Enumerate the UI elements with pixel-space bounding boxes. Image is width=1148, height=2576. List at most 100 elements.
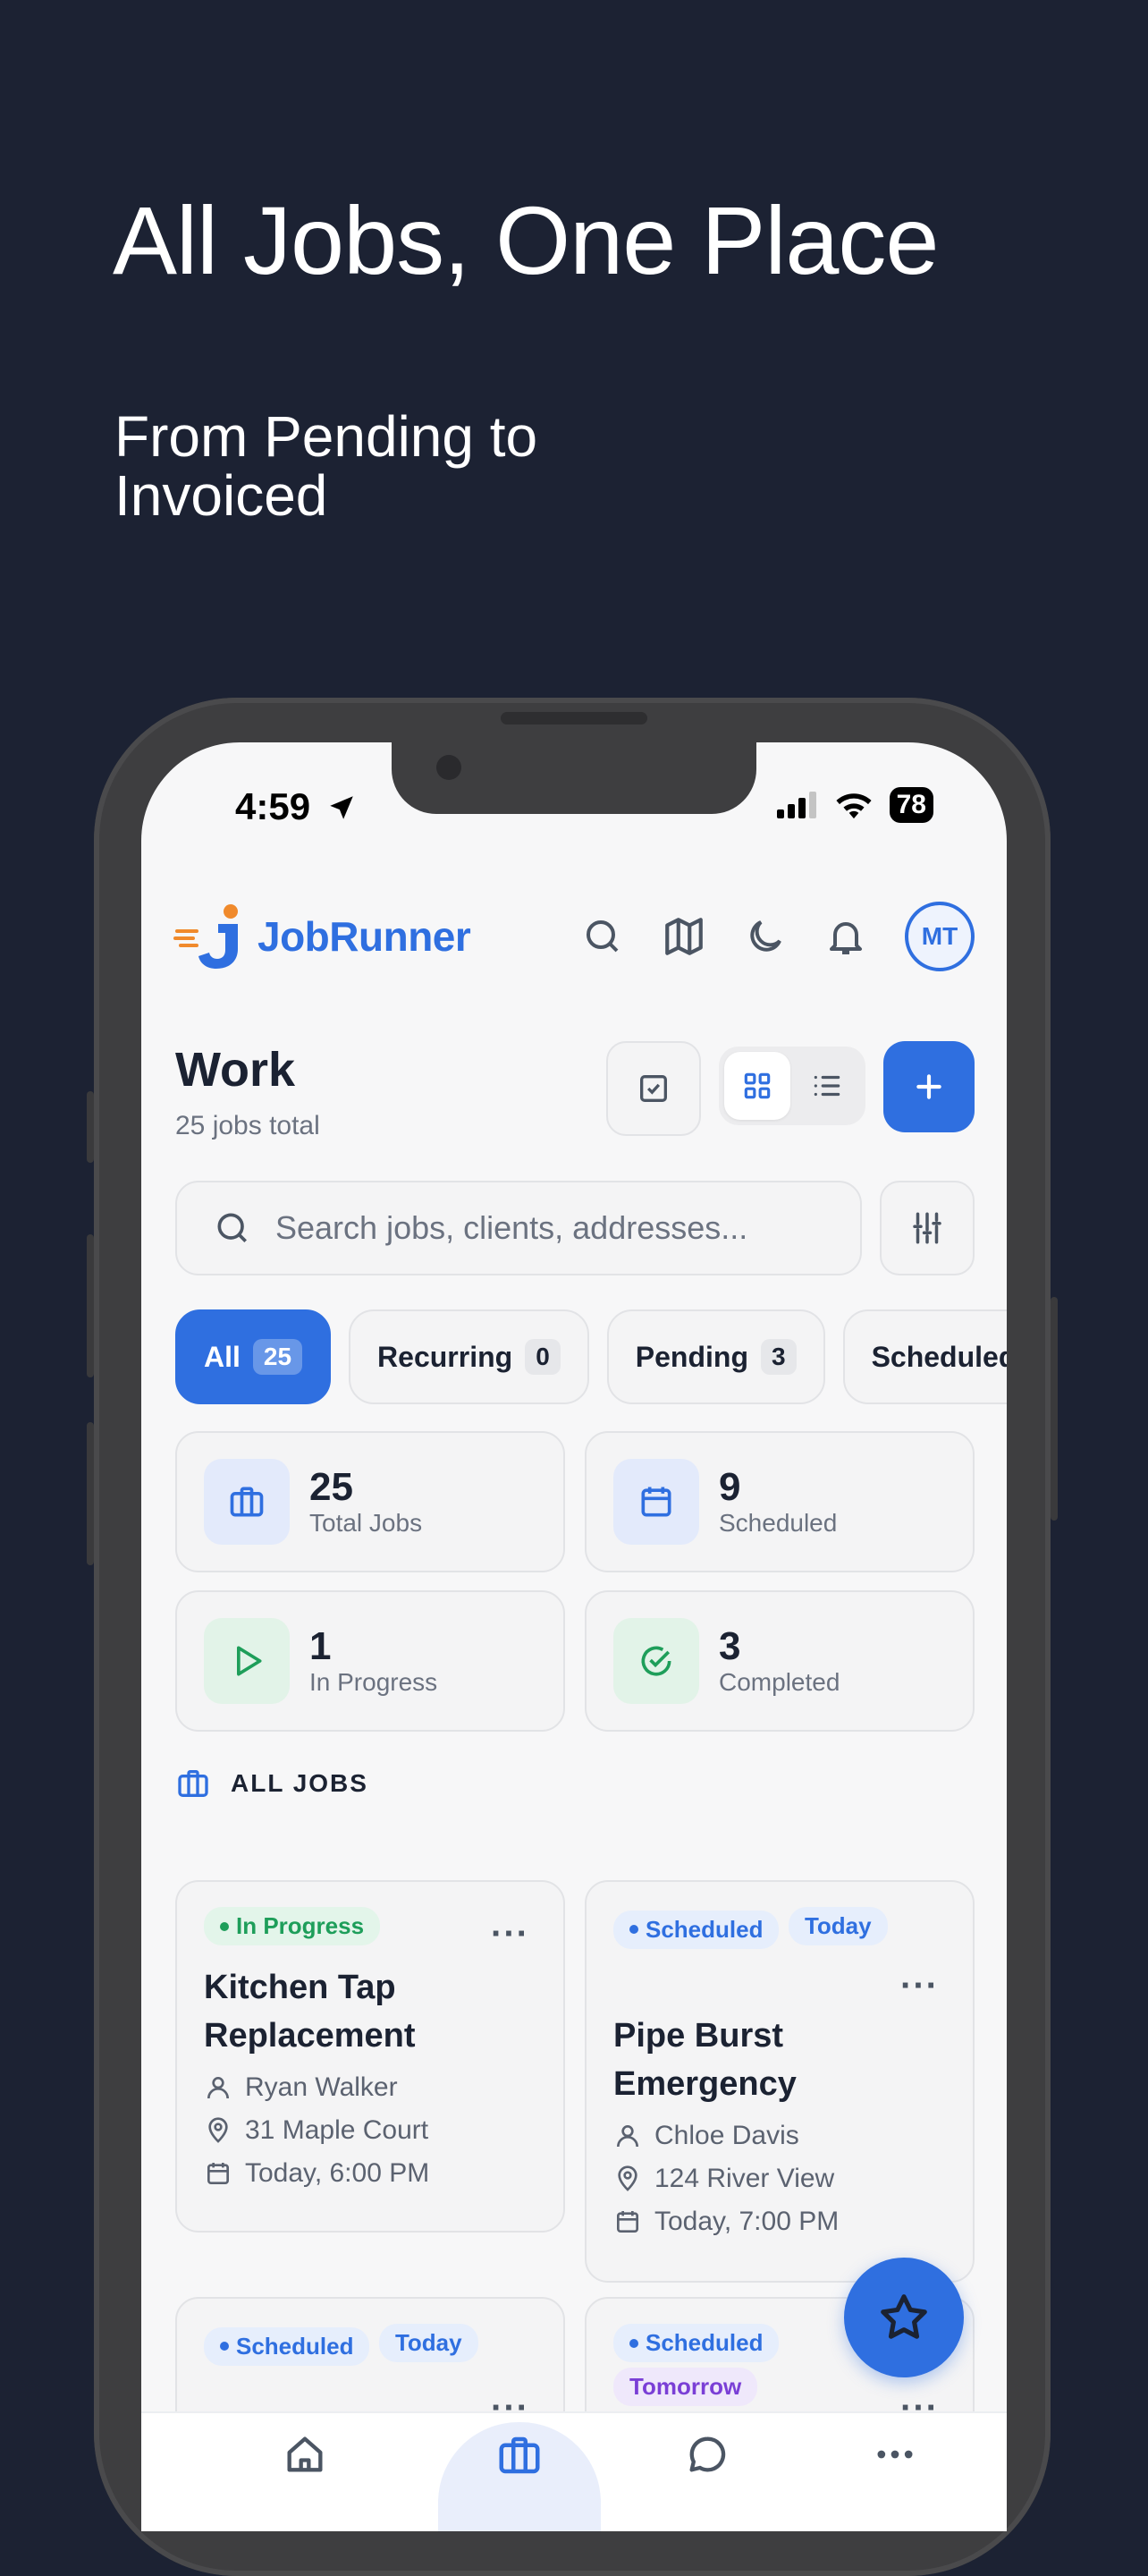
status-time: 4:59 (235, 785, 357, 828)
check-circle-icon (641, 1646, 671, 1676)
section-heading: ALL JOBS (175, 1766, 368, 1801)
section-heading-text: ALL JOBS (231, 1769, 368, 1797)
stat-card-completed[interactable]: 3 Completed (585, 1590, 975, 1732)
filter-chip-all[interactable]: All 25 (175, 1309, 332, 1404)
grid-icon (744, 1072, 771, 1099)
tab-work[interactable] (488, 2431, 551, 2479)
more-icon (877, 2450, 913, 2459)
job-address: 124 River View (613, 2164, 946, 2194)
job-title: Pipe Burst Emergency (613, 2016, 797, 2103)
stat-label: In Progress (309, 1668, 438, 1696)
sliders-icon (913, 1212, 941, 1244)
job-time: Today, 7:00 PM (613, 2207, 946, 2237)
map-icon[interactable] (662, 914, 706, 959)
stat-icon-bg (204, 1618, 290, 1704)
home-icon (287, 2436, 323, 2472)
power-button (1051, 1297, 1058, 1521)
status-dot (220, 2342, 229, 2351)
add-job-button[interactable] (883, 1041, 975, 1132)
plus-icon (916, 1074, 941, 1099)
job-client-text: Ryan Walker (245, 2072, 398, 2102)
select-mode-button[interactable] (606, 1041, 701, 1136)
status-badge-text: Scheduled (236, 2332, 354, 2360)
date-badge: Today (378, 2324, 478, 2362)
job-time-text: Today, 6:00 PM (245, 2158, 430, 2188)
signal-icon (776, 792, 816, 818)
filter-settings-button[interactable] (880, 1181, 975, 1275)
search-icon[interactable] (581, 915, 624, 958)
status-dot (629, 1925, 638, 1934)
briefcase-icon (230, 1487, 264, 1517)
checkbox-icon (640, 1075, 667, 1102)
filter-chip-label: Recurring (377, 1340, 513, 1373)
tab-home[interactable] (274, 2431, 336, 2478)
search-input[interactable] (274, 1208, 814, 1248)
filter-chip-count: 0 (525, 1339, 561, 1375)
stat-card-in-progress[interactable]: 1 In Progress (175, 1590, 565, 1732)
job-time: Today, 6:00 PM (204, 2158, 536, 2189)
filter-chip-count: 3 (760, 1339, 797, 1375)
date-badge: Today (788, 1907, 888, 1945)
mute-switch (87, 1091, 94, 1163)
job-address: 31 Maple Court (204, 2115, 536, 2146)
calendar-icon (641, 1487, 671, 1517)
hero-subtitle: From Pending to Invoiced (114, 404, 538, 528)
brand-name: JobRunner (257, 913, 471, 960)
filter-chip-pending[interactable]: Pending 3 (606, 1309, 825, 1404)
filter-chips: All 25 Recurring 0 Pending 3 Scheduled (175, 1309, 1007, 1404)
more-options-icon[interactable]: ··· (491, 1916, 529, 1952)
tab-messages[interactable] (676, 2431, 739, 2478)
filter-chip-scheduled[interactable]: Scheduled (842, 1309, 1007, 1404)
status-badge: Scheduled (613, 2324, 780, 2362)
filter-chip-recurring[interactable]: Recurring 0 (349, 1309, 589, 1404)
stat-label: Completed (719, 1668, 840, 1696)
search-bar (175, 1181, 862, 1275)
grid-view-button[interactable] (724, 1052, 790, 1120)
status-badge-text: Scheduled (646, 1915, 764, 1943)
stat-value: 9 (719, 1465, 741, 1509)
app-actions: MT (581, 902, 975, 971)
filter-chip-count: 25 (252, 1339, 303, 1375)
avatar[interactable]: MT (905, 902, 975, 971)
briefcase-icon (499, 2436, 540, 2474)
favorites-fab[interactable] (844, 2258, 964, 2377)
search-icon (217, 1213, 247, 1242)
calendar-icon (207, 2163, 229, 2184)
person-icon (617, 2124, 638, 2147)
jobrunner-logo-icon (173, 904, 238, 969)
location-pin-icon (618, 2165, 637, 2191)
moon-icon[interactable] (744, 915, 787, 958)
volume-down-button (87, 1422, 94, 1565)
status-badge: In Progress (204, 1907, 381, 1945)
job-address-text: 124 River View (654, 2163, 835, 2193)
job-card[interactable]: Scheduled Today ··· Pipe Burst Emergency… (585, 1880, 975, 2283)
more-options-icon[interactable]: ··· (900, 1968, 939, 2004)
status-time-text: 4:59 (235, 785, 311, 827)
job-count: 25 jobs total (175, 1111, 320, 1140)
stat-value: 3 (719, 1624, 741, 1668)
status-dot (220, 1921, 229, 1931)
date-badge: Tomorrow (613, 2368, 758, 2406)
job-client: Chloe Davis (613, 2121, 946, 2151)
job-client: Ryan Walker (204, 2072, 536, 2103)
hero-title: All Jobs, One Place (113, 186, 939, 294)
status-indicators: 78 (776, 787, 933, 823)
job-time-text: Today, 7:00 PM (654, 2206, 840, 2236)
stat-card-scheduled[interactable]: 9 Scheduled (585, 1431, 975, 1572)
job-title: Kitchen Tap Replacement (204, 1969, 416, 2055)
job-address-text: 31 Maple Court (245, 2115, 429, 2145)
view-toggle (719, 1046, 865, 1125)
page-title: Work (175, 1043, 296, 1097)
status-badge-text: In Progress (236, 1912, 365, 1939)
stat-value: 1 (309, 1624, 332, 1668)
tab-more[interactable] (864, 2431, 926, 2478)
status-dot (629, 2338, 638, 2348)
star-icon (881, 2294, 927, 2339)
job-card[interactable]: In Progress ··· Kitchen Tap Replacement … (175, 1880, 565, 2233)
briefcase-icon (178, 1770, 208, 1797)
list-view-button[interactable] (794, 1052, 860, 1120)
job-client-text: Chloe Davis (654, 2120, 799, 2150)
bell-icon[interactable] (824, 915, 867, 958)
stat-card-total[interactable]: 25 Total Jobs (175, 1431, 565, 1572)
stat-value: 25 (309, 1465, 353, 1509)
